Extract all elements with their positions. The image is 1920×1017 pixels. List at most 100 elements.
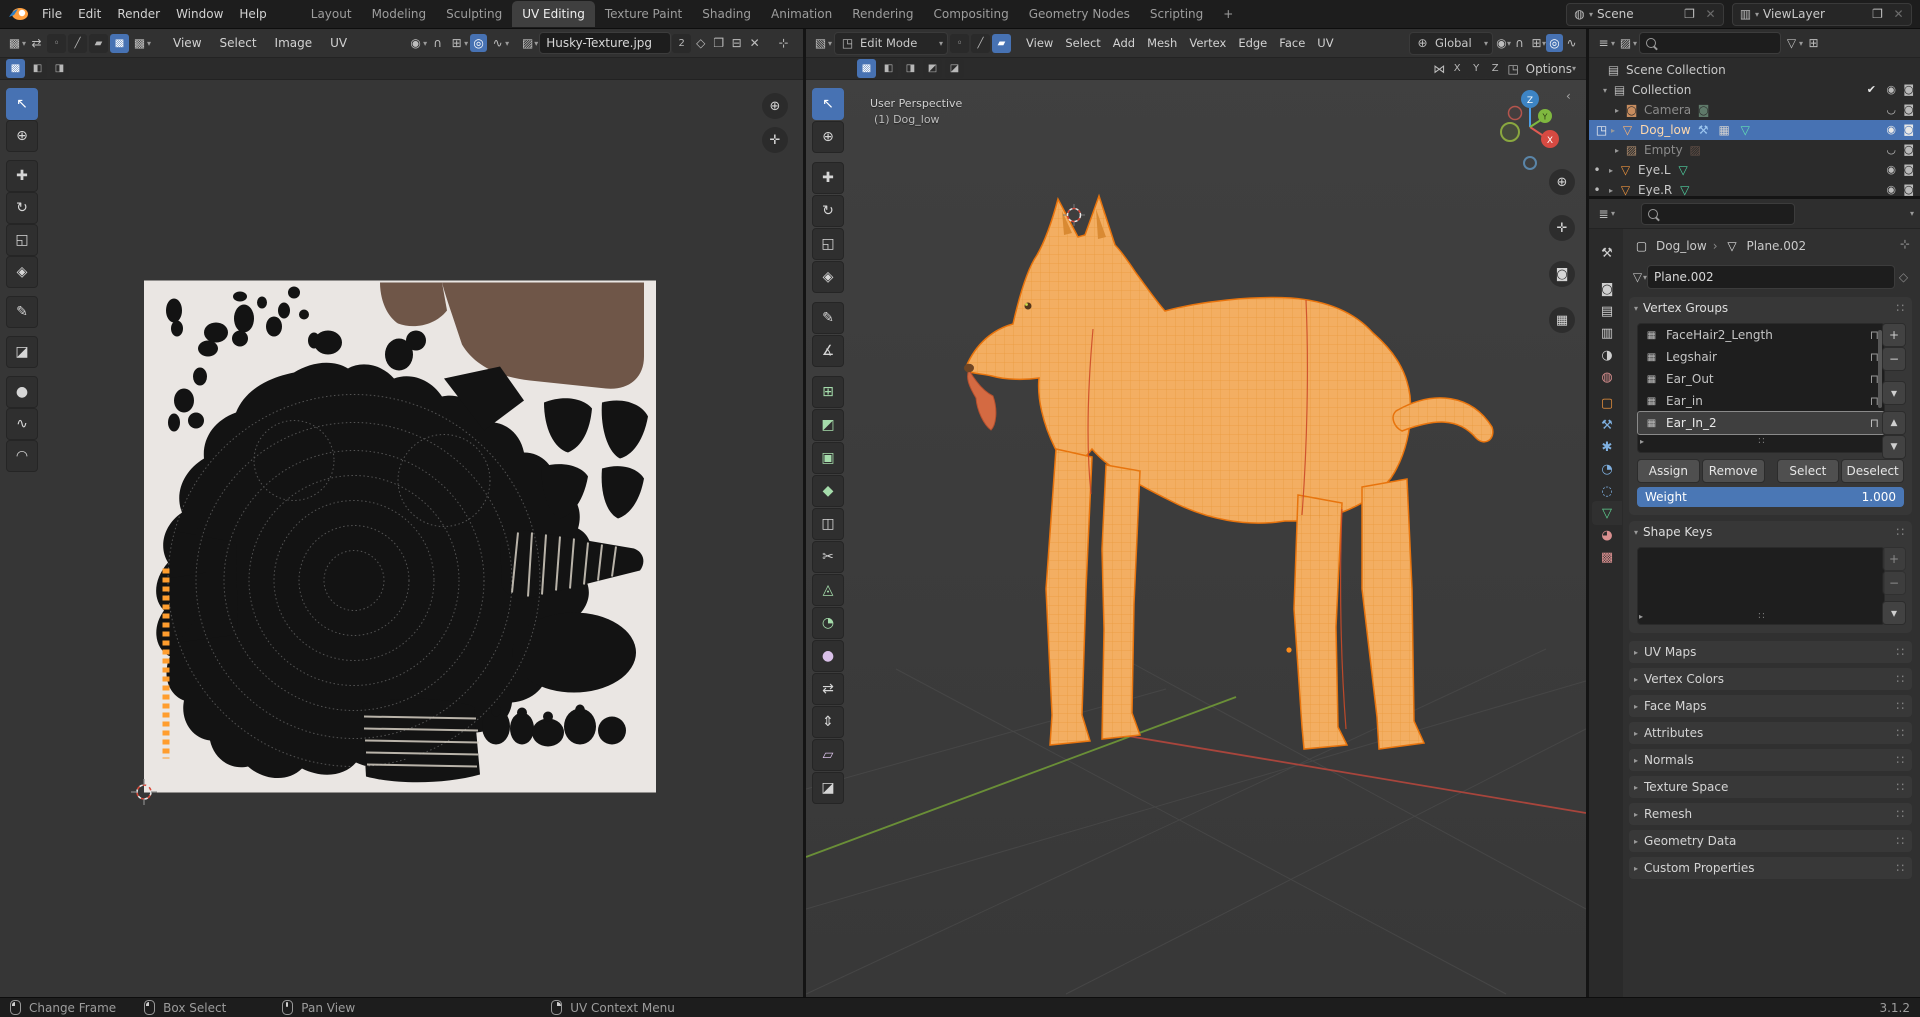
eye-closed-icon[interactable]: ◡ — [1886, 103, 1896, 116]
section-remesh[interactable]: ▸ Remesh ∷ — [1629, 803, 1912, 825]
transform-orientation-selector[interactable]: ⊕ Global ▾ — [1408, 31, 1493, 55]
select-mode-edge[interactable]: ╱ — [971, 33, 991, 53]
vp-menu-face[interactable]: Face — [1274, 32, 1310, 54]
pin-icon[interactable]: ⊹ — [775, 34, 792, 52]
section-texture-space[interactable]: ▸ Texture Space ∷ — [1629, 776, 1912, 798]
vp-tool-rotate[interactable]: ↻ — [812, 195, 844, 227]
options-dropdown[interactable]: Options ▾ — [1526, 62, 1576, 76]
vp-zoom-button[interactable]: ⊕ — [1549, 169, 1575, 195]
dog-model[interactable] — [806, 80, 1586, 997]
uv-select-mode-face[interactable]: ▰ — [89, 33, 109, 53]
fake-user-shield-icon[interactable]: ◇ — [1895, 268, 1912, 286]
uv-box-select-subtract-icon[interactable]: ◨ — [50, 59, 69, 78]
outliner-display-mode-icon[interactable]: ≡ — [1595, 34, 1612, 52]
vertex-group-specials-button[interactable]: ▾ — [1882, 381, 1906, 405]
section-face-maps[interactable]: ▸ Face Maps ∷ — [1629, 695, 1912, 717]
mesh-name-input[interactable]: Plane.002 — [1647, 265, 1895, 289]
box-select-extend-icon[interactable]: ◧ — [879, 59, 898, 78]
filter-funnel-icon[interactable]: ▽ — [1783, 34, 1800, 52]
axis-negative-z[interactable] — [1523, 156, 1537, 170]
uv-2d-cursor[interactable] — [131, 779, 157, 805]
assign-button[interactable]: Assign — [1637, 459, 1700, 483]
uv-tool-cursor[interactable]: ⊕ — [6, 120, 38, 152]
section-normals[interactable]: ▸ Normals ∷ — [1629, 749, 1912, 771]
move-group-up-button[interactable]: ▲ — [1882, 411, 1906, 435]
uv-menu-uv[interactable]: UV — [322, 32, 355, 54]
mirror-z-toggle[interactable]: Z — [1485, 59, 1505, 78]
outliner-row-scene-collection[interactable]: ▤ Scene Collection — [1589, 60, 1920, 80]
remove-shape-key-button[interactable]: − — [1882, 571, 1906, 595]
fake-user-shield-icon[interactable]: ◇ — [692, 34, 709, 52]
disclosure-triangle-icon[interactable]: ▸ — [1609, 186, 1613, 195]
tab-scene[interactable]: ◑ — [1592, 343, 1622, 367]
uv-tool-rip-region[interactable]: ◪ — [6, 336, 38, 368]
vp-tool-loop-cut[interactable]: ◫ — [812, 508, 844, 540]
uv-tool-pinch[interactable]: ◠ — [6, 440, 38, 472]
menu-help[interactable]: Help — [231, 3, 274, 25]
vp-menu-add[interactable]: Add — [1108, 32, 1140, 54]
tab-texture[interactable]: ▩ — [1592, 545, 1622, 569]
eye-icon[interactable]: ◉ — [1886, 163, 1896, 176]
uv-tool-transform[interactable]: ◈ — [6, 256, 38, 288]
outliner-row-eye-l[interactable]: • ▸ ▽ Eye.L ▽ ◉ ◙ — [1589, 160, 1920, 180]
workspace-tab-geometry-nodes[interactable]: Geometry Nodes — [1019, 1, 1140, 27]
tab-output[interactable]: ▤ — [1592, 299, 1622, 323]
mirror-x-toggle[interactable]: X — [1447, 59, 1467, 78]
list-expand-icon[interactable]: ▸ — [1639, 612, 1643, 621]
unlink-image-icon[interactable]: ✕ — [746, 34, 763, 52]
axis-negative-y[interactable] — [1500, 122, 1520, 142]
new-collection-icon[interactable]: ⊞ — [1805, 34, 1822, 52]
weight-slider[interactable]: Weight 1.000 — [1637, 487, 1904, 507]
vp-tool-scale[interactable]: ◱ — [812, 228, 844, 260]
breadcrumb-object[interactable]: Dog_low — [1656, 239, 1707, 253]
add-vertex-group-button[interactable]: + — [1882, 323, 1906, 347]
uv-tool-rotate[interactable]: ↻ — [6, 192, 38, 224]
mode-selector[interactable]: ◳ Edit Mode ▾ — [834, 31, 949, 55]
workspace-tab-layout[interactable]: Layout — [301, 1, 362, 27]
tab-world[interactable]: ◍ — [1592, 365, 1622, 389]
vp-tool-smooth[interactable]: ● — [812, 640, 844, 672]
drag-dots-icon[interactable]: ∷ — [1758, 436, 1764, 447]
uv-menu-image[interactable]: Image — [267, 32, 321, 54]
workspace-tab-modeling[interactable]: Modeling — [362, 1, 437, 27]
workspace-tab-rendering[interactable]: Rendering — [842, 1, 923, 27]
axis-negative-x[interactable] — [1507, 105, 1523, 121]
sidebar-collapse-arrow[interactable]: ‹ — [1566, 89, 1571, 103]
camera-visibility-icon[interactable]: ◙ — [1903, 183, 1914, 196]
outliner-row-eye-r[interactable]: • ▸ ▽ Eye.R ▽ ◉ ◙ — [1589, 180, 1920, 196]
editor-type-uv-icon[interactable]: ▩ — [6, 34, 23, 52]
uv-box-select-extend-icon[interactable]: ◧ — [28, 59, 47, 78]
disclosure-triangle-icon[interactable]: ▸ — [1611, 126, 1615, 135]
menu-file[interactable]: File — [34, 3, 70, 25]
remove-button[interactable]: Remove — [1701, 459, 1765, 483]
menu-render[interactable]: Render — [109, 3, 168, 25]
sticky-selection-icon[interactable]: ▩ — [131, 34, 148, 52]
vp-menu-select[interactable]: Select — [1060, 32, 1105, 54]
camera-visibility-icon[interactable]: ◙ — [1903, 143, 1914, 156]
tab-material[interactable]: ◕ — [1592, 523, 1622, 547]
copy-icon[interactable]: ❐ — [1681, 5, 1698, 23]
vp-tool-spin[interactable]: ◔ — [812, 607, 844, 639]
panel-expand-icon[interactable]: ▾ — [1634, 528, 1638, 537]
vp-tool-bevel[interactable]: ◆ — [812, 475, 844, 507]
properties-editor-type-icon[interactable]: ≣ — [1595, 205, 1612, 223]
navigation-gizmo[interactable]: Z Y X — [1495, 87, 1565, 173]
workspace-tab-texture-paint[interactable]: Texture Paint — [595, 1, 692, 27]
vp-camera-view-button[interactable]: ◙ — [1549, 261, 1575, 287]
vp-tool-select-box[interactable]: ↖ — [812, 88, 844, 120]
tab-tool[interactable]: ⚒ — [1592, 241, 1622, 265]
vp-tool-shrink-fatten[interactable]: ⇕ — [812, 706, 844, 738]
box-select-new-icon[interactable]: ▩ — [857, 59, 876, 78]
tab-view-layer[interactable]: ▥ — [1592, 321, 1622, 345]
uv-select-mode-island[interactable]: ▩ — [110, 33, 130, 53]
camera-visibility-icon[interactable]: ◙ — [1903, 83, 1914, 96]
proportional-editing-icon[interactable]: ◎ — [1546, 34, 1563, 52]
tab-render[interactable]: ◙ — [1592, 277, 1622, 301]
open-image-folder-icon[interactable]: ⊟ — [728, 34, 745, 52]
vp-tool-annotate[interactable]: ✎ — [812, 302, 844, 334]
chevron-down-icon[interactable]: ▾ — [1910, 209, 1914, 218]
box-select-difference-icon[interactable]: ◩ — [923, 59, 942, 78]
editor-type-3d-icon[interactable]: ▧ — [812, 34, 829, 52]
vp-tool-extrude-region[interactable]: ◩ — [812, 409, 844, 441]
eye-icon[interactable]: ◉ — [1886, 123, 1896, 136]
